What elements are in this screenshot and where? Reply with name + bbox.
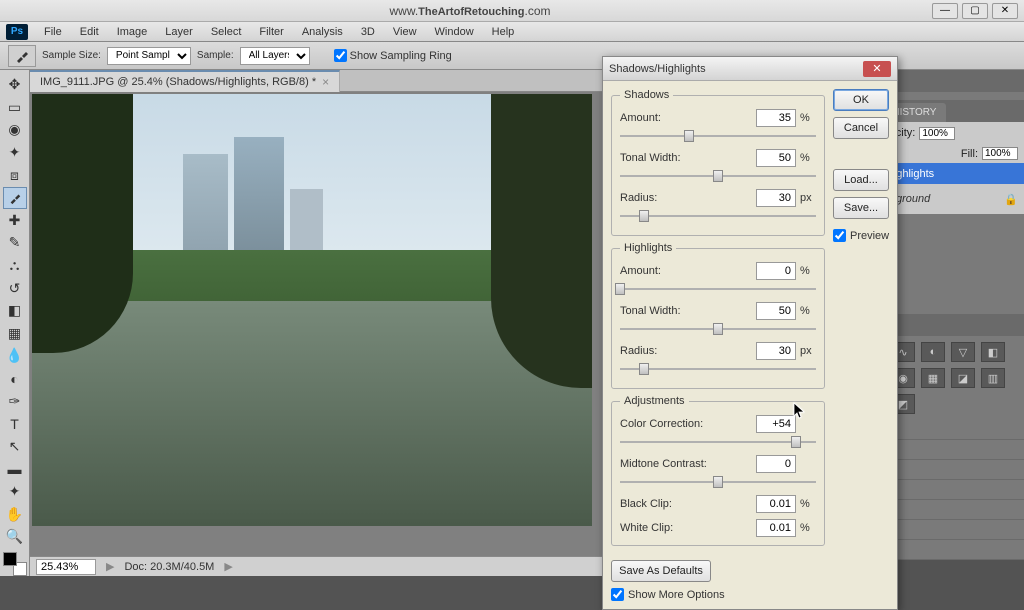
history-brush-icon[interactable]: ↺ xyxy=(3,277,27,299)
doc-tab[interactable]: IMG_9111.JPG @ 25.4% (Shadows/Highlights… xyxy=(30,70,340,92)
highlights-amount-input[interactable] xyxy=(756,262,796,280)
max-icon[interactable]: ▢ xyxy=(962,3,988,19)
posterize-icon[interactable]: ▥ xyxy=(981,368,1005,388)
sample-label: Sample: xyxy=(197,50,234,61)
exposure-icon[interactable]: ◐ xyxy=(921,342,945,362)
shadows-tonal-input[interactable] xyxy=(756,149,796,167)
lock-icon: 🔒 xyxy=(1004,193,1018,206)
dialog-titlebar[interactable]: Shadows/Highlights ✕ xyxy=(603,57,897,81)
pen-tool-icon[interactable]: ✑ xyxy=(3,390,27,412)
menu-view[interactable]: View xyxy=(385,23,425,41)
color-correction-input[interactable] xyxy=(756,415,796,433)
white-clip-input[interactable] xyxy=(756,519,796,537)
load-button[interactable]: Load... xyxy=(833,169,889,191)
sample-size-select[interactable]: Point Sample xyxy=(107,47,191,65)
ps-logo-icon[interactable]: Ps xyxy=(6,24,28,40)
preview-check[interactable]: Preview xyxy=(833,229,889,242)
document-image xyxy=(32,94,592,526)
zoom-tool-icon[interactable]: 🔍 xyxy=(3,526,27,548)
3d-tool-icon[interactable]: ✦ xyxy=(3,481,27,503)
hue-icon[interactable]: ◧ xyxy=(981,342,1005,362)
menu-filter[interactable]: Filter xyxy=(251,23,291,41)
dialog-close-icon[interactable]: ✕ xyxy=(863,61,891,77)
menu-image[interactable]: Image xyxy=(109,23,156,41)
sample-size-label: Sample Size: xyxy=(42,50,101,61)
menu-file[interactable]: File xyxy=(36,23,70,41)
dodge-tool-icon[interactable]: ◐ xyxy=(3,368,27,390)
color-swatch-icon[interactable] xyxy=(3,552,27,576)
brush-tool-icon[interactable]: ✎ xyxy=(3,232,27,254)
eyedropper-tool-icon[interactable] xyxy=(3,187,27,209)
show-more-check[interactable]: Show More Options xyxy=(611,588,889,601)
menu-window[interactable]: Window xyxy=(427,23,482,41)
shadows-radius-input[interactable] xyxy=(756,189,796,207)
wand-tool-icon[interactable]: ✦ xyxy=(3,142,27,164)
opacity-input[interactable] xyxy=(919,127,955,140)
toolbar: ✥ ▭ ◉ ✦ ⧈ ✚ ✎ ⛬ ↺ ◧ ▦ 💧 ◐ ✑ T ↖ ▬ ✦ ✋ 🔍 xyxy=(0,70,30,576)
color-correction-slider[interactable] xyxy=(620,435,816,449)
cancel-button[interactable]: Cancel xyxy=(833,117,889,139)
title-url: www.TheArtofRetouching.com xyxy=(8,4,932,18)
save-button[interactable]: Save... xyxy=(833,197,889,219)
eyedropper-icon[interactable] xyxy=(8,45,36,67)
fill-input[interactable] xyxy=(982,147,1018,160)
menu-select[interactable]: Select xyxy=(203,23,250,41)
ok-button[interactable]: OK xyxy=(833,89,889,111)
shadows-radius-slider[interactable] xyxy=(620,209,816,223)
doc-size: Doc: 20.3M/40.5M xyxy=(124,561,214,573)
shadows-amount-input[interactable] xyxy=(756,109,796,127)
midtone-contrast-input[interactable] xyxy=(756,455,796,473)
highlights-amount-slider[interactable] xyxy=(620,282,816,296)
path-tool-icon[interactable]: ↖ xyxy=(3,436,27,458)
highlights-radius-slider[interactable] xyxy=(620,362,816,376)
doc-tab-label: IMG_9111.JPG @ 25.4% (Shadows/Highlights… xyxy=(40,76,316,88)
shadows-amount-slider[interactable] xyxy=(620,129,816,143)
hand-tool-icon[interactable]: ✋ xyxy=(3,503,27,525)
titlebar: www.TheArtofRetouching.com — ▢ ✕ xyxy=(0,0,1024,22)
highlights-tonal-input[interactable] xyxy=(756,302,796,320)
crop-tool-icon[interactable]: ⧈ xyxy=(3,164,27,186)
save-defaults-button[interactable]: Save As Defaults xyxy=(611,560,711,582)
eraser-tool-icon[interactable]: ◧ xyxy=(3,300,27,322)
highlights-radius-input[interactable] xyxy=(756,342,796,360)
gradient-tool-icon[interactable]: ▦ xyxy=(3,323,27,345)
marquee-tool-icon[interactable]: ▭ xyxy=(3,97,27,119)
black-clip-input[interactable] xyxy=(756,495,796,513)
menu-layer[interactable]: Layer xyxy=(157,23,201,41)
show-ring-check[interactable]: Show Sampling Ring xyxy=(334,49,452,62)
blur-tool-icon[interactable]: 💧 xyxy=(3,345,27,367)
menu-analysis[interactable]: Analysis xyxy=(294,23,351,41)
menu-edit[interactable]: Edit xyxy=(72,23,107,41)
move-tool-icon[interactable]: ✥ xyxy=(3,74,27,96)
zoom-input[interactable] xyxy=(36,559,96,575)
type-tool-icon[interactable]: T xyxy=(3,413,27,435)
dialog-title: Shadows/Highlights xyxy=(609,63,706,75)
shape-tool-icon[interactable]: ▬ xyxy=(3,458,27,480)
stamp-tool-icon[interactable]: ⛬ xyxy=(3,255,27,277)
highlights-group: Highlights Amount:% Tonal Width:% Radius… xyxy=(611,242,825,389)
shadows-group: Shadows Amount:% Tonal Width:% Radius:px xyxy=(611,89,825,236)
lasso-tool-icon[interactable]: ◉ xyxy=(3,119,27,141)
menu-3d[interactable]: 3D xyxy=(353,23,383,41)
vibrance-icon[interactable]: ▽ xyxy=(951,342,975,362)
adjustments-group: Adjustments Color Correction: Midtone Co… xyxy=(611,395,825,546)
sample-select[interactable]: All Layers xyxy=(240,47,310,65)
midtone-contrast-slider[interactable] xyxy=(620,475,816,489)
close-tab-icon[interactable]: × xyxy=(322,75,329,89)
menu-help[interactable]: Help xyxy=(484,23,523,41)
min-icon[interactable]: — xyxy=(932,3,958,19)
highlights-tonal-slider[interactable] xyxy=(620,322,816,336)
shadows-highlights-dialog: Shadows/Highlights ✕ Shadows Amount:% To… xyxy=(602,56,898,610)
invert-icon[interactable]: ◪ xyxy=(951,368,975,388)
menubar: Ps File Edit Image Layer Select Filter A… xyxy=(0,22,1024,42)
close-icon[interactable]: ✕ xyxy=(992,3,1018,19)
heal-tool-icon[interactable]: ✚ xyxy=(3,210,27,232)
shadows-tonal-slider[interactable] xyxy=(620,169,816,183)
mixer-icon[interactable]: ▦ xyxy=(921,368,945,388)
